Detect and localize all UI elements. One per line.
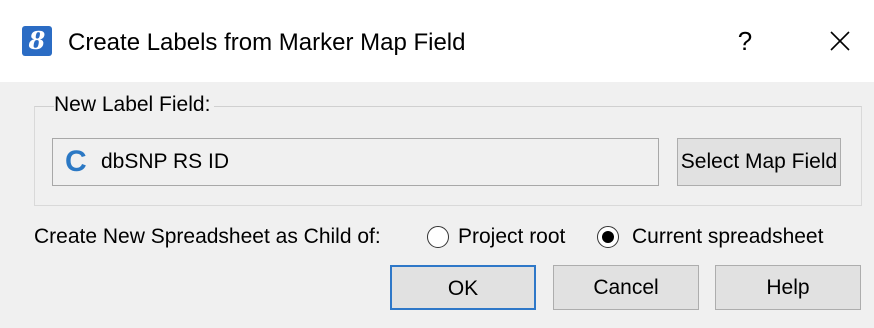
dialog-title: Create Labels from Marker Map Field: [68, 29, 466, 56]
radio-selected-dot: [602, 231, 614, 243]
select-map-field-button[interactable]: Select Map Field: [677, 138, 841, 186]
help-button[interactable]: Help: [715, 265, 861, 310]
close-icon[interactable]: [822, 22, 858, 60]
help-title-button[interactable]: ?: [730, 24, 760, 58]
project-root-label[interactable]: Project root: [458, 224, 565, 250]
title-bar: 8 Create Labels from Marker Map Field ?: [0, 0, 874, 82]
project-root-radio[interactable]: [427, 226, 449, 248]
new-label-field-label: New Label Field:: [54, 92, 215, 118]
map-field-display: C dbSNP RS ID: [52, 138, 659, 186]
ok-button[interactable]: OK: [390, 265, 536, 310]
character-field-icon: C: [65, 145, 87, 178]
current-spreadsheet-radio[interactable]: [597, 226, 619, 248]
child-of-label: Create New Spreadsheet as Child of:: [34, 225, 381, 248]
create-labels-dialog: 8 Create Labels from Marker Map Field ? …: [0, 0, 874, 328]
map-field-value: dbSNP RS ID: [101, 150, 229, 173]
golden-helix-icon: 8: [22, 26, 52, 56]
current-spreadsheet-label[interactable]: Current spreadsheet: [632, 224, 823, 250]
cancel-button[interactable]: Cancel: [553, 265, 699, 310]
